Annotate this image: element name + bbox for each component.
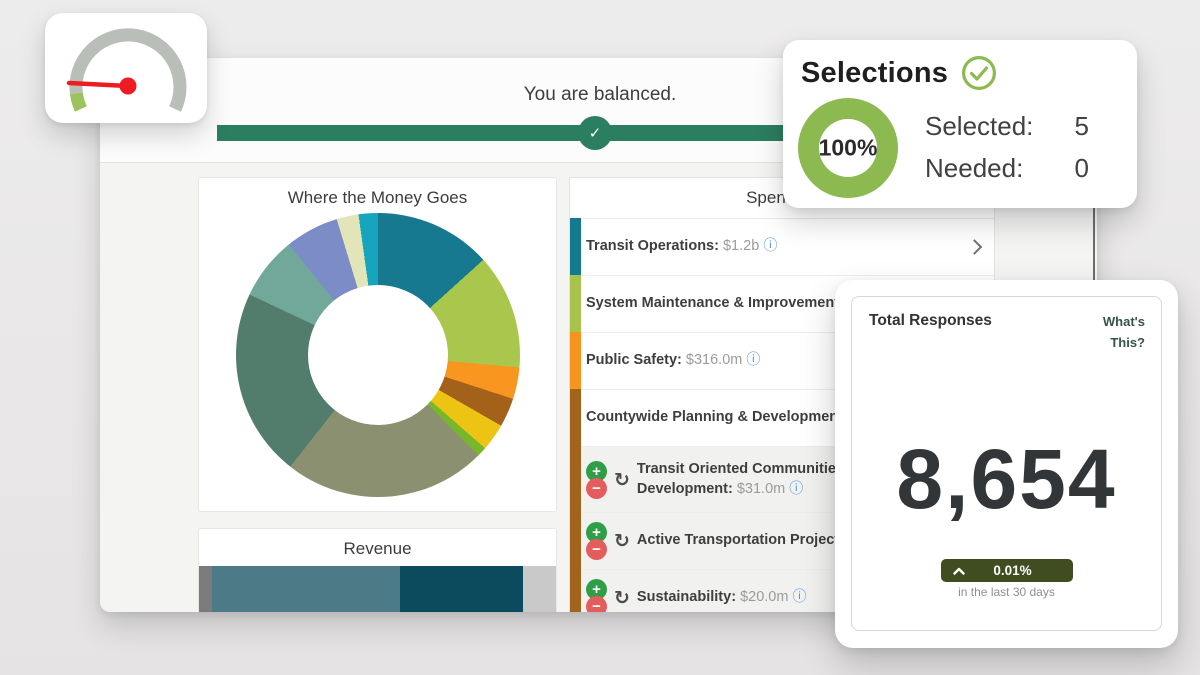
money-goes-title: Where the Money Goes	[199, 178, 556, 208]
decrease-button[interactable]: −	[586, 478, 607, 499]
chevron-right-icon[interactable]	[967, 239, 983, 255]
gauge-needle-hub	[120, 78, 137, 95]
gauge-icon	[45, 13, 207, 123]
selected-label: Selected:	[925, 105, 1033, 147]
check-icon: ✓	[589, 124, 602, 142]
needed-stat: Needed: 0	[925, 147, 1093, 189]
category-color-bar	[570, 569, 581, 612]
delta-value: 0.01%	[965, 563, 1061, 578]
revenue-segment	[199, 566, 212, 612]
delta-badge: 0.01%	[941, 559, 1073, 582]
selected-stat: Selected: 5	[925, 105, 1093, 147]
decrease-button[interactable]: −	[586, 596, 607, 612]
check-circle-icon	[961, 55, 997, 91]
category-color-bar	[570, 275, 581, 333]
spending-row-label: Public Safety:	[586, 352, 686, 368]
spending-row-text: Countywide Planning & Development	[586, 408, 843, 427]
category-color-bar	[570, 512, 581, 570]
category-color-bar	[570, 332, 581, 390]
info-icon[interactable]: ⓘ	[746, 352, 760, 368]
revenue-title: Revenue	[199, 529, 556, 559]
total-responses-header: Total Responses What's This?	[852, 297, 1161, 354]
total-responses-value: 8,654	[852, 437, 1161, 521]
spending-row-amount: $316.0m	[686, 352, 746, 368]
spending-row-text: Sustainability: $20.0m ⓘ	[637, 588, 807, 607]
needed-label: Needed:	[925, 147, 1023, 189]
whats-this-line2: This?	[1110, 335, 1145, 350]
selections-title: Selections	[801, 57, 948, 90]
selections-percent-ring: 100%	[798, 98, 898, 198]
category-color-bar	[570, 218, 581, 276]
selections-card: Selections 100% Selected: 5 Needed: 0	[783, 40, 1137, 208]
spending-row-amount: $31.0m	[737, 481, 789, 497]
revenue-segment	[523, 566, 556, 612]
selections-body: 100% Selected: 5 Needed: 0	[783, 91, 1137, 198]
delta-badge-row: 0.01%	[852, 559, 1161, 582]
spending-row-label: System Maintenance & Improvements	[586, 295, 847, 311]
where-money-goes-card: Where the Money Goes	[198, 177, 557, 512]
spending-row-label: Transit Operations:	[586, 238, 723, 254]
amount-stepper: +−	[586, 522, 607, 560]
revenue-segment	[400, 566, 524, 612]
needed-value: 0	[1075, 147, 1089, 189]
info-icon[interactable]: ⓘ	[763, 238, 777, 254]
delta-period: in the last 30 days	[852, 585, 1161, 599]
gauge-green-segment	[76, 93, 81, 109]
caret-up-icon	[953, 567, 965, 575]
spending-row-text: Transit Operations: $1.2b ⓘ	[586, 237, 777, 256]
info-icon[interactable]: ⓘ	[792, 589, 806, 605]
total-responses-card: Total Responses What'sThis? 8,654 0.01% …	[835, 280, 1178, 648]
selected-value: 5	[1075, 105, 1089, 147]
revenue-stacked-bar	[199, 566, 556, 612]
category-color-bar	[570, 446, 581, 513]
revenue-segment	[212, 566, 400, 612]
whats-this-line1: What's	[1103, 314, 1145, 329]
total-responses-title: Total Responses	[869, 312, 992, 354]
gauge-arc	[76, 35, 180, 109]
gauge-overlay-card	[45, 13, 207, 123]
spending-donut-chart	[236, 213, 520, 497]
amount-stepper: +−	[586, 579, 607, 612]
page-background: You are balanced. ✓ Where the Money Goes…	[0, 0, 1200, 675]
category-color-bar	[570, 389, 581, 447]
spending-row-amount: $1.2b	[723, 238, 763, 254]
spending-row-label: Countywide Planning & Development	[586, 409, 843, 425]
spending-row[interactable]: Transit Operations: $1.2b ⓘ	[570, 219, 994, 276]
reset-icon[interactable]: ↻	[614, 469, 630, 491]
decrease-button[interactable]: −	[586, 539, 607, 560]
selections-header: Selections	[783, 40, 1137, 91]
selections-percent: 100%	[819, 135, 878, 162]
reset-icon[interactable]: ↻	[614, 587, 630, 609]
info-icon[interactable]: ⓘ	[789, 481, 803, 497]
amount-stepper: +−	[586, 461, 607, 499]
spending-row-label: Active Transportation Projects:	[637, 532, 856, 548]
revenue-card: Revenue	[198, 528, 557, 612]
reset-icon[interactable]: ↻	[614, 530, 630, 552]
spending-row-text: Public Safety: $316.0m ⓘ	[586, 351, 760, 370]
whats-this-link[interactable]: What's This?	[1103, 312, 1145, 354]
spending-row-label: Sustainability:	[637, 589, 740, 605]
gauge-needle	[69, 83, 128, 86]
spending-row-amount: $20.0m	[740, 589, 792, 605]
selections-stats: Selected: 5 Needed: 0	[925, 105, 1093, 198]
total-responses-box: Total Responses What'sThis? 8,654 0.01% …	[851, 296, 1162, 631]
balance-check-handle[interactable]: ✓	[578, 116, 612, 150]
spending-row-text: System Maintenance & Improvements	[586, 294, 847, 313]
